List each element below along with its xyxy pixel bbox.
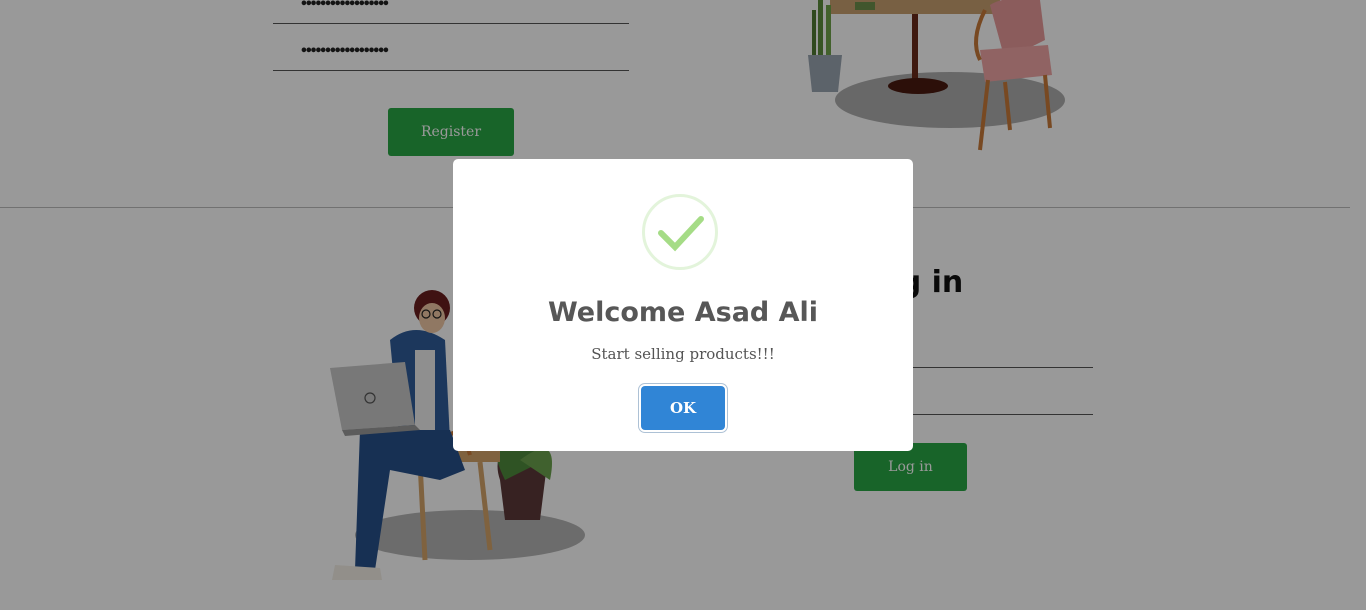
success-dialog: Welcome Asad Ali Start selling products!… bbox=[453, 159, 913, 451]
auth-page: •••••••••••••••••• •••••••••••••••••• Re… bbox=[0, 0, 1366, 610]
ok-button[interactable]: OK bbox=[641, 386, 725, 430]
success-icon-ring bbox=[642, 194, 718, 270]
dialog-message: Start selling products!!! bbox=[591, 345, 775, 363]
dialog-title: Welcome Asad Ali bbox=[547, 297, 819, 328]
checkmark-icon bbox=[658, 216, 704, 252]
